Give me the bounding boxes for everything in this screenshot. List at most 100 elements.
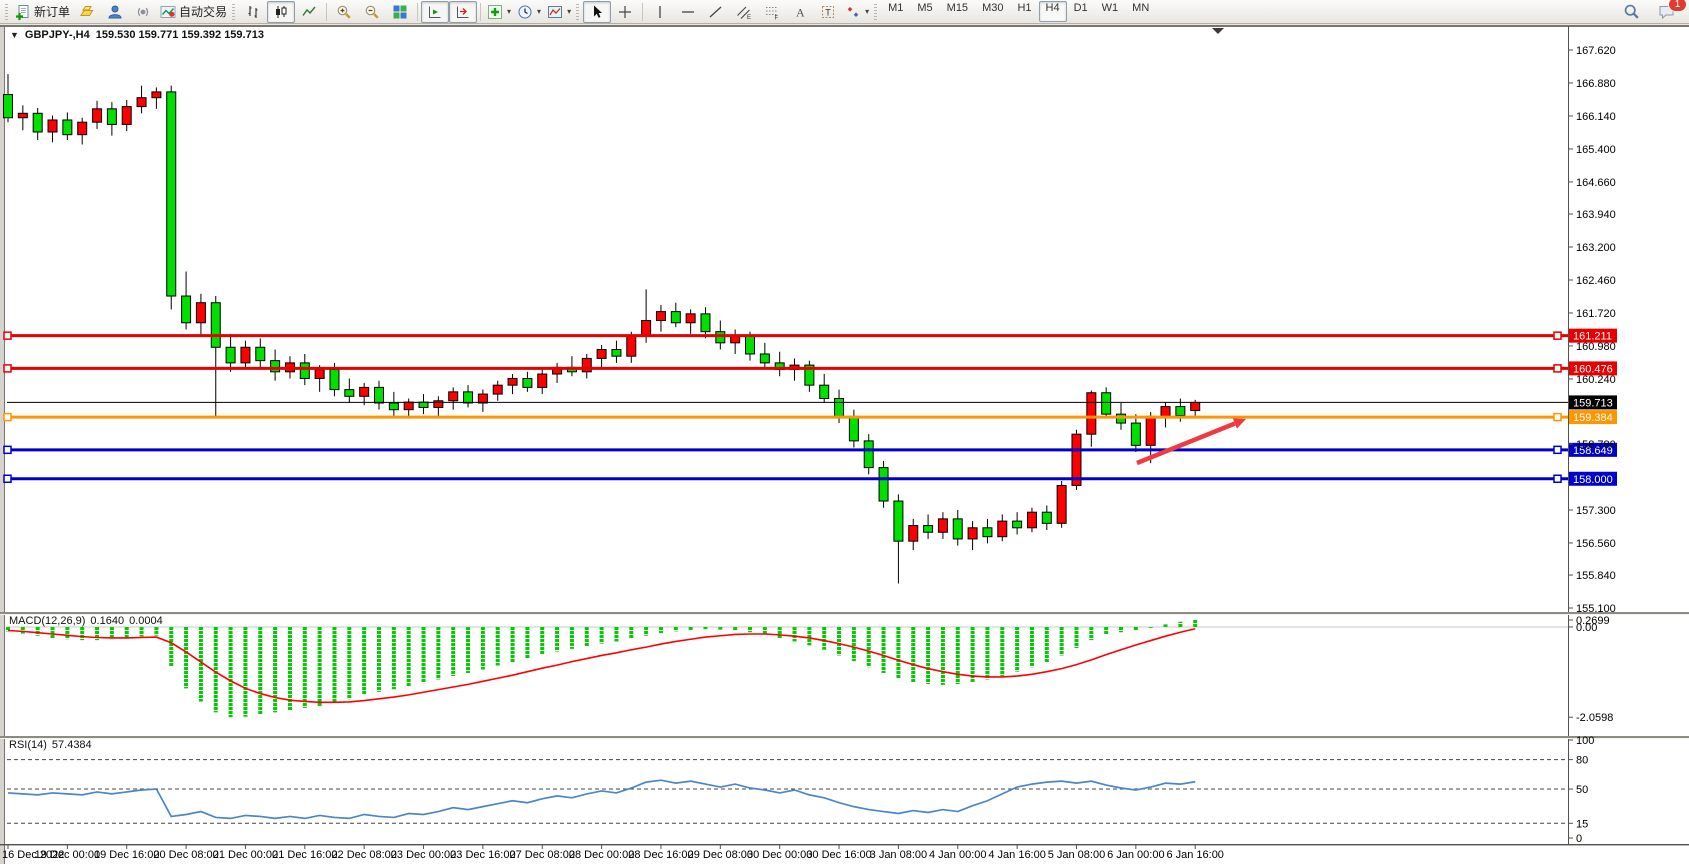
candle <box>879 468 888 501</box>
price-tick-label: 155.840 <box>1576 570 1616 582</box>
candlestick-chart-button[interactable] <box>267 1 295 23</box>
chevron-down-icon: ▾ <box>537 7 541 16</box>
rsi-scale-label: 80 <box>1576 755 1588 767</box>
text-tool-button[interactable]: A <box>786 1 814 23</box>
candle <box>330 370 339 390</box>
macd-name: MACD(12,26,9) <box>9 615 85 627</box>
candle <box>4 95 13 118</box>
signal-icon <box>135 4 151 20</box>
timeframe-m1-button[interactable]: M1 <box>881 1 910 22</box>
candle <box>1131 423 1140 445</box>
tile-windows-icon <box>392 4 408 20</box>
timeframe-h4-button[interactable]: H4 <box>1039 1 1067 22</box>
macd-signal-value: 0.0004 <box>129 615 163 627</box>
toolbar-grip[interactable] <box>874 4 877 20</box>
crosshair-icon <box>617 4 633 20</box>
channel-tool-button[interactable]: E <box>730 1 758 23</box>
candle <box>760 354 769 363</box>
candle <box>998 521 1007 537</box>
svg-text:A: A <box>796 5 805 19</box>
bar-chart-button[interactable] <box>239 1 267 23</box>
trendline-tool-button[interactable] <box>702 1 730 23</box>
time-tick-label: 27 Dec 08:00 <box>510 849 575 861</box>
notification-badge: 1 <box>1668 0 1687 12</box>
new-order-button[interactable]: 新订单 <box>12 1 73 23</box>
price-tick-label: 164.660 <box>1576 177 1616 189</box>
toolbar-grip[interactable] <box>5 4 8 20</box>
main-toolbar: 新订单 自动交易 ▾ <box>0 0 1689 24</box>
zoom-in-button[interactable] <box>330 1 358 23</box>
zoom-out-button[interactable] <box>358 1 386 23</box>
timeframe-mn-button[interactable]: MN <box>1125 1 1156 22</box>
candle <box>449 392 458 401</box>
auto-trading-button[interactable]: 自动交易 <box>157 1 230 23</box>
indicators-button[interactable]: ▾ <box>484 1 514 23</box>
fibonacci-icon: F <box>764 4 780 20</box>
candle <box>538 374 547 387</box>
candle <box>1042 512 1051 523</box>
candle <box>1102 393 1111 414</box>
time-tick-label: 6 Jan 16:00 <box>1166 849 1224 861</box>
chart-canvas[interactable]: 161.211160.476159.713159.384158.649158.0… <box>0 0 1689 864</box>
vertical-line-icon <box>652 4 668 20</box>
price-tick-label: 160.240 <box>1576 374 1616 386</box>
signal-button[interactable] <box>129 1 157 23</box>
candlestick-chart-icon <box>273 4 289 20</box>
timeframe-w1-button[interactable]: W1 <box>1095 1 1126 22</box>
chevron-down-icon: ▾ <box>567 7 571 16</box>
time-tick-label: 4 Jan 00:00 <box>929 849 987 861</box>
chart-shift-button[interactable] <box>449 1 477 23</box>
time-tick-label: 20 Dec 08:00 <box>153 849 218 861</box>
fibonacci-tool-button[interactable]: F <box>758 1 786 23</box>
auto-scroll-button[interactable] <box>421 1 449 23</box>
gold-button[interactable] <box>73 1 101 23</box>
community-chat-button[interactable]: 1 <box>1653 1 1681 23</box>
templates-button[interactable]: ▾ <box>544 1 574 23</box>
text-label-tool-button[interactable]: T <box>814 1 842 23</box>
candle <box>1191 402 1200 410</box>
vertical-line-tool-button[interactable] <box>646 1 674 23</box>
timeframe-m30-button[interactable]: M30 <box>975 1 1010 22</box>
candle <box>1027 512 1036 528</box>
timeframe-d1-button[interactable]: D1 <box>1067 1 1095 22</box>
svg-text:F: F <box>775 15 779 20</box>
timeframe-m15-button[interactable]: M15 <box>940 1 975 22</box>
chart-symbol-period: GBPJPY-,H4 <box>25 29 90 41</box>
line-chart-button[interactable] <box>295 1 323 23</box>
gold-ingot-icon <box>79 4 95 20</box>
candle <box>493 385 502 394</box>
rsi-scale-label: 15 <box>1576 818 1588 830</box>
clock-icon <box>517 4 533 20</box>
collapse-caret-icon[interactable]: ▼ <box>10 30 19 40</box>
zoom-in-icon <box>336 4 352 20</box>
crosshair-tool-button[interactable] <box>611 1 639 23</box>
indicators-icon <box>487 4 503 20</box>
toolbar-grip[interactable] <box>232 4 235 20</box>
candle <box>968 528 977 539</box>
candle <box>434 401 443 408</box>
candle <box>1057 485 1066 523</box>
rsi-name: RSI(14) <box>9 739 47 751</box>
auto-trading-icon <box>160 4 176 20</box>
cursor-tool-button[interactable] <box>583 1 611 23</box>
toolbar-grip[interactable] <box>576 4 579 20</box>
periods-button[interactable]: ▾ <box>514 1 544 23</box>
candle <box>107 109 116 125</box>
candle <box>271 361 280 372</box>
price-tick-label: 165.400 <box>1576 144 1616 156</box>
candle <box>360 387 369 396</box>
arrows-tool-button[interactable]: ▾ <box>842 1 872 23</box>
candle <box>597 350 606 359</box>
timeframe-h1-button[interactable]: H1 <box>1010 1 1038 22</box>
candle <box>345 390 354 397</box>
candle <box>478 394 487 403</box>
horizontal-line-tool-button[interactable] <box>674 1 702 23</box>
search-button[interactable] <box>1617 1 1645 23</box>
tile-windows-button[interactable] <box>386 1 414 23</box>
profile-button[interactable] <box>101 1 129 23</box>
candle <box>137 98 146 107</box>
timeframe-m5-button[interactable]: M5 <box>910 1 939 22</box>
candle <box>686 314 695 323</box>
time-tick-label: 28 Dec 00:00 <box>569 849 634 861</box>
bar-chart-icon <box>245 4 261 20</box>
